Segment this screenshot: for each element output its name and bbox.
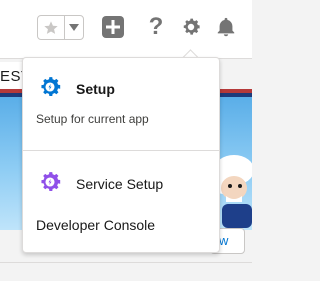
star-icon xyxy=(44,20,58,34)
help-icon: ? xyxy=(148,13,164,40)
global-header: ? xyxy=(0,0,252,59)
plus-icon xyxy=(102,16,124,38)
setup-gear-button[interactable] xyxy=(179,15,203,39)
help-button[interactable]: ? xyxy=(144,15,168,39)
gear-icon xyxy=(183,18,200,35)
menu-divider xyxy=(23,150,219,151)
favorites-button-group xyxy=(37,15,84,40)
background-action-label: w xyxy=(219,233,229,248)
service-setup-menu-item[interactable]: Service Setup xyxy=(76,176,163,192)
setup-gear-icon xyxy=(41,77,61,96)
caret-down-icon xyxy=(69,23,79,31)
favorites-list-button[interactable] xyxy=(65,16,83,39)
service-setup-gear-icon xyxy=(41,172,61,191)
setup-menu-item-description: Setup for current app xyxy=(36,112,149,126)
setup-menu: Setup Setup for current app Service Setu… xyxy=(22,57,220,253)
bell-icon xyxy=(217,17,235,37)
global-actions-button[interactable] xyxy=(101,15,125,39)
background-divider xyxy=(0,262,252,263)
favorites-star-button[interactable] xyxy=(38,16,64,39)
developer-console-menu-item[interactable]: Developer Console xyxy=(36,217,155,233)
setup-menu-item[interactable]: Setup xyxy=(76,81,115,97)
notifications-button[interactable] xyxy=(214,15,238,39)
